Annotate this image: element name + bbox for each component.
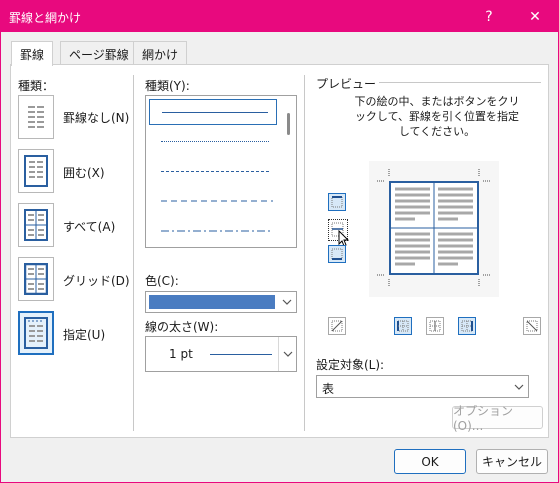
setting-box-label: 囲む(X) xyxy=(63,166,105,180)
apply-to-select[interactable]: 表 xyxy=(316,375,529,398)
divider-right xyxy=(304,75,305,431)
setting-none-label: 罫線なし(N) xyxy=(63,111,130,125)
bottom-border-button[interactable] xyxy=(328,245,346,263)
borders-panel: 種類： 罫線なし(N) 囲む(X) すべて(A) グリッド(D) 指定(U) 種… xyxy=(10,64,549,438)
width-value: 1 pt xyxy=(169,347,193,361)
box-border-icon xyxy=(24,155,48,187)
diagonal-down-border-button[interactable] xyxy=(523,317,541,335)
dash-dot-line-sample xyxy=(161,230,273,232)
preview-heading: プレビュー xyxy=(316,77,377,91)
window-title: 罫線と網かけ xyxy=(9,11,82,25)
options-button[interactable]: オプション(O)... xyxy=(452,404,543,433)
ok-button[interactable]: OK xyxy=(394,449,466,474)
apply-to-label: 設定対象(L): xyxy=(316,358,385,372)
bottom-border-icon xyxy=(331,248,343,260)
dash-line-sample xyxy=(161,200,273,202)
color-label: 色(C): xyxy=(145,274,179,288)
color-dropdown-arrow[interactable] xyxy=(278,292,296,312)
top-border-button[interactable] xyxy=(328,193,346,211)
width-label: 線の太さ(W): xyxy=(145,320,219,334)
setting-box-button[interactable] xyxy=(18,149,54,193)
close-button[interactable]: ✕ xyxy=(513,1,557,32)
no-border-icon xyxy=(28,106,44,128)
chevron-down-icon xyxy=(514,384,524,390)
width-select[interactable]: 1 pt xyxy=(145,336,297,372)
tab-page-borders[interactable]: ページ罫線 xyxy=(60,41,138,65)
chevron-down-icon xyxy=(283,351,292,357)
inside-vertical-border-button[interactable] xyxy=(426,317,444,335)
style-option-fine-dash[interactable] xyxy=(149,159,277,185)
setting-all-label: すべて(A) xyxy=(63,220,116,234)
close-icon: ✕ xyxy=(529,8,541,25)
inside-vertical-border-icon xyxy=(429,320,441,332)
diagonal-up-border-icon xyxy=(331,320,343,332)
setting-grid-label: グリッド(D) xyxy=(63,274,130,288)
cancel-button[interactable]: キャンセル xyxy=(476,449,548,474)
preview-table[interactable] xyxy=(389,181,479,275)
help-button[interactable]: ? xyxy=(467,1,511,32)
width-dropdown-arrow[interactable] xyxy=(278,337,296,371)
style-option-solid[interactable] xyxy=(149,99,277,125)
diagonal-down-border-icon xyxy=(526,320,538,332)
apply-to-value: 表 xyxy=(322,382,335,396)
setting-grid-button[interactable] xyxy=(18,257,54,301)
style-list[interactable] xyxy=(145,95,297,248)
preview-heading-rule xyxy=(379,82,541,83)
left-border-button[interactable] xyxy=(394,317,412,335)
style-option-dotted[interactable] xyxy=(149,129,277,155)
diagonal-up-border-button[interactable] xyxy=(328,317,346,335)
dotted-line-sample xyxy=(161,141,269,142)
color-select[interactable] xyxy=(145,291,297,313)
preview-table-contents xyxy=(391,183,477,273)
solid-line-sample xyxy=(162,112,268,113)
style-heading: 種類(Y): xyxy=(145,79,190,93)
custom-border-icon xyxy=(24,317,48,349)
tab-shading[interactable]: 網かけ xyxy=(133,41,188,65)
setting-heading: 種類： xyxy=(18,79,55,93)
style-option-dash[interactable] xyxy=(149,189,277,215)
chevron-down-icon xyxy=(282,299,292,305)
divider-left xyxy=(133,75,134,431)
setting-none-button[interactable] xyxy=(18,95,54,139)
title-bar: 罫線と網かけ ? ✕ xyxy=(1,1,558,32)
color-swatch xyxy=(149,295,275,309)
right-border-icon xyxy=(461,320,473,332)
apply-to-dropdown-arrow[interactable] xyxy=(510,376,528,397)
setting-all-button[interactable] xyxy=(18,203,54,247)
setting-custom-button[interactable] xyxy=(18,311,54,355)
style-list-scrollbar[interactable] xyxy=(287,113,290,135)
right-border-button[interactable] xyxy=(458,317,476,335)
left-border-icon xyxy=(397,320,409,332)
help-icon: ? xyxy=(485,8,493,25)
grid-border-icon xyxy=(24,263,48,295)
tab-borders[interactable]: 罫線 xyxy=(11,41,54,66)
borders-dialog: 罫線と網かけ ? ✕ 罫線 ページ罫線 網かけ 種類： 罫線なし(N) 囲む(X… xyxy=(0,0,559,483)
all-borders-icon xyxy=(24,209,48,241)
style-option-dash-dot[interactable] xyxy=(149,219,277,245)
fine-dash-line-sample xyxy=(161,171,269,172)
preview-area[interactable] xyxy=(369,161,499,297)
top-border-icon xyxy=(331,196,343,208)
setting-custom-label: 指定(U) xyxy=(63,328,106,342)
preview-instruction: 下の絵の中、またはボタンをクリックして、罫線を引く位置を指定してください。 xyxy=(354,95,520,138)
width-line-sample xyxy=(210,354,272,355)
